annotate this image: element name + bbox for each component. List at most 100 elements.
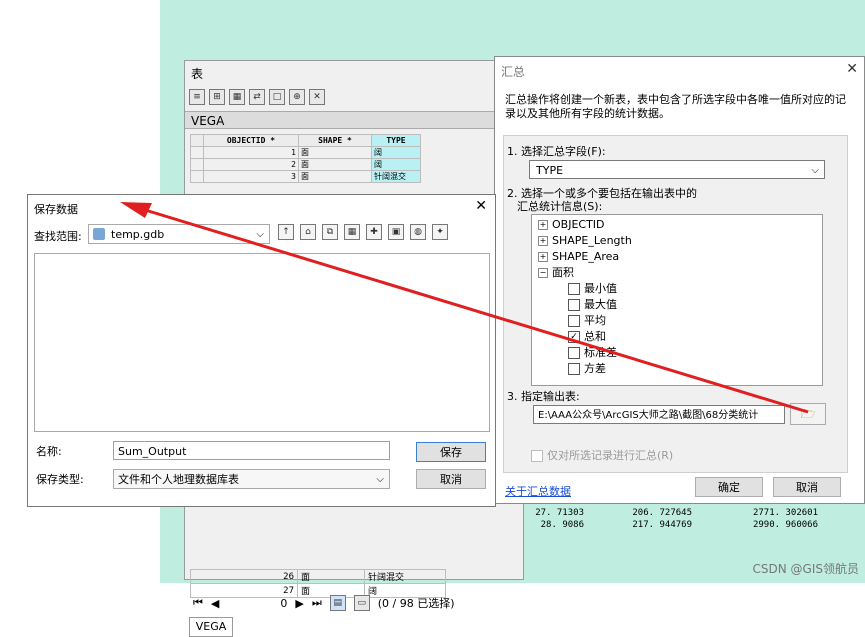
table-row[interactable]: 1 面 阔 (190, 146, 421, 159)
expand-icon[interactable]: + (538, 252, 548, 262)
save-type-label: 保存类型: (36, 473, 84, 486)
summarize-field-select[interactable]: TYPE ⌵ (529, 160, 825, 179)
tab-vega[interactable]: VEGA (189, 617, 233, 637)
toolbox-icon[interactable]: ✦ (432, 224, 448, 240)
home-icon[interactable]: ⌂ (300, 224, 316, 240)
step3-label: 3. 指定输出表: (507, 390, 580, 403)
database-icon[interactable]: ◍ (410, 224, 426, 240)
tree-node-objectid[interactable]: + OBJECTID (538, 217, 605, 232)
row-selector[interactable] (190, 146, 204, 159)
stat-label: 最小值 (584, 282, 617, 295)
selected-only-label: 仅对所选记录进行汇总(R) (547, 449, 674, 462)
help-link[interactable]: 关于汇总数据 (505, 483, 571, 499)
table-cell: 阔 (371, 146, 421, 159)
record-number[interactable]: 0 (227, 597, 287, 610)
stat-checkbox-variance[interactable]: 方差 (568, 361, 606, 376)
save-type-select[interactable]: 文件和个人地理数据库表 ⌵ (113, 469, 390, 489)
checkbox[interactable] (568, 283, 580, 295)
look-in-select[interactable]: temp.gdb ⌵ (88, 224, 270, 244)
previous-record-icon[interactable]: ◀ (211, 597, 219, 610)
statistics-tree: + OBJECTID + SHAPE_Length + SHAPE_Area − 面积 … (531, 214, 823, 386)
name-input[interactable]: Sum_Output (113, 441, 390, 460)
table-cell: 针阔混交 (371, 170, 421, 183)
table-toolbar: ≡ ⊞ ▦ ⇄ □ ⊕ ✕ (189, 87, 325, 107)
expand-icon[interactable]: + (538, 220, 548, 230)
stat-checkbox-stddev[interactable]: 标准差 (568, 345, 617, 360)
checkbox[interactable] (568, 347, 580, 359)
table-cell: 2771. 302601 (752, 508, 818, 518)
ok-button[interactable]: 确定 (695, 477, 763, 497)
summarize-description: 汇总操作将创建一个新表，表中包含了所选字段中各唯一值所对应的记录以及其他所有字段… (505, 93, 846, 120)
column-header[interactable]: OBJECTID * (203, 134, 299, 147)
output-table-field[interactable]: E:\AAA公众号\ArcGIS大师之路\截图\68分类统计 (533, 405, 785, 424)
show-all-records-icon[interactable]: ▤ (329, 595, 346, 611)
checkbox-checked[interactable]: ✓ (568, 331, 580, 343)
column-header[interactable]: SHAPE * (298, 134, 372, 147)
table-row[interactable]: 2 面 阔 (190, 158, 421, 171)
stat-label: 方差 (584, 362, 606, 375)
stat-label: 平均 (584, 314, 606, 327)
zoom-selected-icon[interactable]: ⊕ (289, 89, 305, 105)
tree-node-label: SHAPE_Length (552, 234, 632, 247)
row-selector[interactable] (190, 158, 204, 171)
connect-folder-icon[interactable]: ⧉ (322, 224, 338, 240)
chevron-down-icon: ⌵ (811, 165, 819, 176)
table-cell: 2 (203, 158, 299, 171)
stat-label: 最大值 (584, 298, 617, 311)
expand-icon[interactable]: + (538, 236, 548, 246)
collapse-icon[interactable]: − (538, 268, 548, 278)
checkbox[interactable] (568, 315, 580, 327)
save-type-value: 文件和个人地理数据库表 (118, 473, 239, 486)
geodatabase-icon (93, 228, 105, 240)
switch-selection-icon[interactable]: ⇄ (249, 89, 265, 105)
table-cell: 2990. 960066 (752, 520, 818, 530)
table-cell: 206. 727645 (632, 508, 692, 518)
cancel-button[interactable]: 取消 (773, 477, 841, 497)
save-button[interactable]: 保存 (416, 442, 486, 462)
select-by-attributes-icon[interactable]: ▦ (229, 89, 245, 105)
browse-folder-button[interactable]: 🗁 (790, 403, 826, 425)
catalog-icon[interactable]: ▣ (388, 224, 404, 240)
new-folder-icon[interactable]: ✚ (366, 224, 382, 240)
show-selected-records-icon[interactable]: ▭ (353, 595, 370, 611)
table-window-title: 表 (191, 67, 204, 81)
column-header[interactable]: TYPE (371, 134, 421, 147)
row-selector[interactable] (190, 170, 204, 183)
save-data-dialog: 保存数据 ✕ 查找范围: temp.gdb ⌵ ↑ ⌂ ⧉ ▦ ✚ ▣ ◍ ✦ … (27, 194, 496, 507)
last-record-icon[interactable]: ⏭ (312, 596, 322, 610)
table-cell: 针阔混交 (364, 569, 446, 584)
selected-only-option: 仅对所选记录进行汇总(R) (531, 447, 673, 463)
first-record-icon[interactable]: ⏮ (193, 596, 203, 610)
table-cell: 3 (203, 170, 299, 183)
step2-label-line1: 2. 选择一个或多个要包括在输出表中的 (507, 187, 697, 200)
stat-checkbox-sum[interactable]: ✓ 总和 (568, 329, 606, 344)
close-icon[interactable]: ✕ (846, 61, 858, 77)
stat-checkbox-min[interactable]: 最小值 (568, 281, 617, 296)
table-cell: 面 (297, 569, 365, 584)
file-list[interactable] (34, 253, 490, 432)
summarize-dialog-title: 汇总 (501, 65, 526, 79)
stat-checkbox-max[interactable]: 最大值 (568, 297, 617, 312)
clear-selection-icon[interactable]: □ (269, 89, 285, 105)
summarize-field-value: TYPE (536, 164, 564, 177)
related-tables-icon[interactable]: ⊞ (209, 89, 225, 105)
checkbox[interactable] (568, 363, 580, 375)
tree-node-shape-length[interactable]: + SHAPE_Length (538, 233, 632, 248)
close-icon[interactable]: ✕ (475, 198, 487, 214)
table-cell: 26 (190, 569, 298, 584)
view-list-icon[interactable]: ▦ (344, 224, 360, 240)
next-record-icon[interactable]: ▶ (295, 597, 303, 610)
table-row[interactable]: 26 面 针阔混交 (190, 569, 446, 584)
tree-node-area[interactable]: − 面积 (538, 265, 574, 280)
table-row[interactable]: 3 面 针阔混交 (190, 170, 421, 183)
tree-node-shape-area[interactable]: + SHAPE_Area (538, 249, 619, 264)
checkbox[interactable] (568, 299, 580, 311)
table-layer-name: VEGA (185, 111, 523, 129)
delete-selected-icon[interactable]: ✕ (309, 89, 325, 105)
stat-checkbox-average[interactable]: 平均 (568, 313, 606, 328)
tree-node-label: OBJECTID (552, 218, 605, 231)
up-one-level-icon[interactable]: ↑ (278, 224, 294, 240)
table-options-icon[interactable]: ≡ (189, 89, 205, 105)
cancel-button[interactable]: 取消 (416, 469, 486, 489)
table-overflow-values: 27. 71303 206. 727645 2771. 302601 28. 9… (524, 508, 824, 532)
